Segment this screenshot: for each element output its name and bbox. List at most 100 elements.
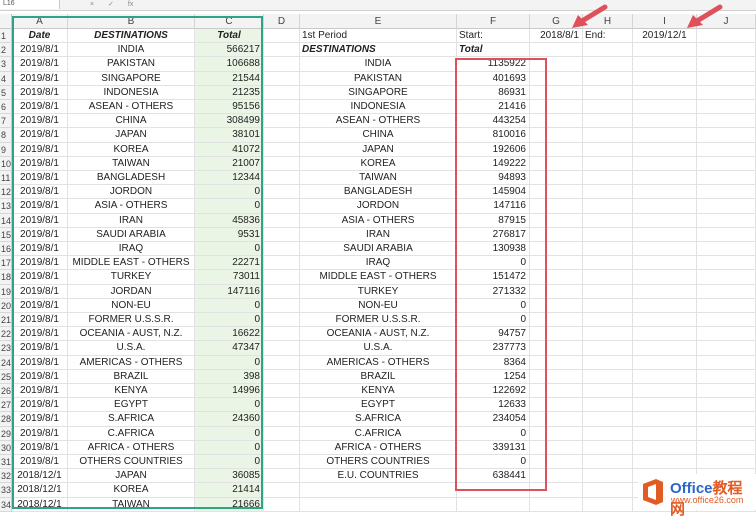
cell-b13[interactable]: ASIA - OTHERS — [68, 199, 195, 214]
column-header-e[interactable]: E — [300, 14, 457, 29]
cell-h9[interactable] — [583, 142, 633, 157]
cell-a8[interactable]: 2019/8/1 — [12, 128, 68, 143]
cell-c5[interactable]: 21235 — [195, 85, 264, 100]
cell-f12[interactable]: 145904 — [457, 185, 530, 200]
cell-i12[interactable] — [633, 185, 697, 200]
cell-i22[interactable] — [633, 327, 697, 342]
cell-c12[interactable]: 0 — [195, 185, 264, 200]
cell-j31[interactable] — [697, 455, 756, 470]
cell-i31[interactable] — [633, 455, 697, 470]
cell-d19[interactable] — [264, 284, 300, 299]
column-header-i[interactable]: I — [633, 14, 697, 29]
cell-g3[interactable] — [530, 57, 583, 72]
cell-g21[interactable] — [530, 313, 583, 328]
cell-f26[interactable]: 122692 — [457, 384, 530, 399]
row-header[interactable]: 18 — [0, 270, 12, 285]
cell-h6[interactable] — [583, 100, 633, 115]
cell-b12[interactable]: JORDON — [68, 185, 195, 200]
row-header[interactable]: 12 — [0, 185, 12, 200]
cell-b23[interactable]: U.S.A. — [68, 341, 195, 356]
row-header[interactable]: 31 — [0, 455, 12, 470]
cell-h24[interactable] — [583, 355, 633, 370]
cell-j2[interactable] — [697, 43, 756, 58]
column-header-b[interactable]: B — [68, 14, 195, 29]
cell-h7[interactable] — [583, 114, 633, 129]
cell-f31[interactable]: 0 — [457, 455, 530, 470]
cell-j25[interactable] — [697, 369, 756, 384]
cell-f15[interactable]: 276817 — [457, 227, 530, 242]
cell-e5[interactable]: SINGAPORE — [300, 85, 457, 100]
cell-a10[interactable]: 2019/8/1 — [12, 156, 68, 171]
cell-i29[interactable] — [633, 426, 697, 441]
row-header[interactable]: 10 — [0, 156, 12, 171]
cell-e4[interactable]: PAKISTAN — [300, 71, 457, 86]
cell-g5[interactable] — [530, 85, 583, 100]
cell-c24[interactable]: 0 — [195, 355, 264, 370]
cell-d32[interactable] — [264, 469, 300, 484]
cell-d9[interactable] — [264, 142, 300, 157]
cell-f9[interactable]: 192606 — [457, 142, 530, 157]
cell-e6[interactable]: INDONESIA — [300, 100, 457, 115]
cell-h25[interactable] — [583, 369, 633, 384]
cell-f28[interactable]: 234054 — [457, 412, 530, 427]
cell-e3[interactable]: INDIA — [300, 57, 457, 72]
cell-h31[interactable] — [583, 455, 633, 470]
cell-i15[interactable] — [633, 227, 697, 242]
cell-h21[interactable] — [583, 313, 633, 328]
cell-d1[interactable] — [264, 29, 300, 44]
cell-b31[interactable]: OTHERS COUNTRIES — [68, 455, 195, 470]
cell-j21[interactable] — [697, 313, 756, 328]
cell-j24[interactable] — [697, 355, 756, 370]
cell-a26[interactable]: 2019/8/1 — [12, 384, 68, 399]
cell-h4[interactable] — [583, 71, 633, 86]
cell-c4[interactable]: 21544 — [195, 71, 264, 86]
cell-c26[interactable]: 14996 — [195, 384, 264, 399]
cell-f16[interactable]: 130938 — [457, 242, 530, 257]
cell-b28[interactable]: S.AFRICA — [68, 412, 195, 427]
cell-b8[interactable]: JAPAN — [68, 128, 195, 143]
cell-e27[interactable]: EGYPT — [300, 398, 457, 413]
cell-e21[interactable]: FORMER U.S.S.R. — [300, 313, 457, 328]
cell-i13[interactable] — [633, 199, 697, 214]
row-header[interactable]: 1 — [0, 29, 12, 44]
cell-f11[interactable]: 94893 — [457, 171, 530, 186]
cell-f30[interactable]: 339131 — [457, 440, 530, 455]
cell-f27[interactable]: 12633 — [457, 398, 530, 413]
cell-g32[interactable] — [530, 469, 583, 484]
cell-f10[interactable]: 149222 — [457, 156, 530, 171]
cell-b26[interactable]: KENYA — [68, 384, 195, 399]
cell-b1[interactable]: DESTINATIONS — [68, 29, 195, 44]
function-icon[interactable]: fx — [128, 1, 133, 8]
cell-b14[interactable]: IRAN — [68, 213, 195, 228]
row-header[interactable]: 7 — [0, 114, 12, 129]
cell-c28[interactable]: 24360 — [195, 412, 264, 427]
cell-c2[interactable]: 566217 — [195, 43, 264, 58]
cell-e23[interactable]: U.S.A. — [300, 341, 457, 356]
cell-h23[interactable] — [583, 341, 633, 356]
row-header[interactable]: 33 — [0, 483, 12, 498]
cell-f23[interactable]: 237773 — [457, 341, 530, 356]
cell-j30[interactable] — [697, 440, 756, 455]
cell-e7[interactable]: ASEAN - OTHERS — [300, 114, 457, 129]
cell-a33[interactable]: 2018/12/1 — [12, 483, 68, 498]
cell-h13[interactable] — [583, 199, 633, 214]
cell-i17[interactable] — [633, 256, 697, 271]
cell-j10[interactable] — [697, 156, 756, 171]
cell-d8[interactable] — [264, 128, 300, 143]
cell-e28[interactable]: S.AFRICA — [300, 412, 457, 427]
cell-b24[interactable]: AMERICAS - OTHERS — [68, 355, 195, 370]
cell-i20[interactable] — [633, 298, 697, 313]
cell-a14[interactable]: 2019/8/1 — [12, 213, 68, 228]
cell-a16[interactable]: 2019/8/1 — [12, 242, 68, 257]
cell-h33[interactable] — [583, 483, 633, 498]
cell-g30[interactable] — [530, 440, 583, 455]
cell-j20[interactable] — [697, 298, 756, 313]
cell-d11[interactable] — [264, 171, 300, 186]
cell-c1[interactable]: Total — [195, 29, 264, 44]
cell-g11[interactable] — [530, 171, 583, 186]
cell-h1[interactable]: End: — [583, 29, 633, 44]
cell-d3[interactable] — [264, 57, 300, 72]
cell-d30[interactable] — [264, 440, 300, 455]
cell-h16[interactable] — [583, 242, 633, 257]
cell-e8[interactable]: CHINA — [300, 128, 457, 143]
